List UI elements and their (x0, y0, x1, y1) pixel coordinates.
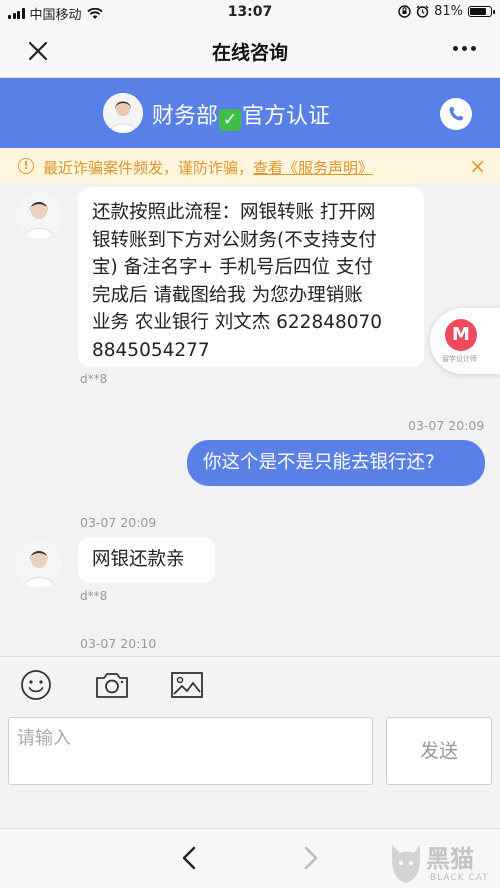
verified-check-icon: ✓ (219, 109, 242, 131)
orientation-lock-icon (398, 5, 411, 18)
fraud-notice-banner: ! 最近诈骗案件频发，谨防诈骗，查看《服务声明》 × (0, 148, 500, 184)
notice-text: 最近诈骗案件频发，谨防诈骗，查看《服务声明》 (43, 157, 373, 178)
department-name: 财务部 ✓ 官方认证 (152, 98, 330, 131)
alarm-icon (416, 5, 429, 18)
message-text: 网银还款亲 (92, 549, 185, 570)
status-bar: 中国移动 13:07 81% (0, 0, 500, 24)
outgoing-message-text: 你这个是不是只能去银行还? (203, 452, 435, 473)
nav-bar: 在线咨询 (0, 24, 500, 78)
app-logo-icon: M (445, 319, 477, 351)
message-timestamp: 03-07 20:09 (80, 515, 157, 530)
notice-close-icon[interactable]: × (469, 154, 486, 178)
sender-name: d**8 (80, 589, 108, 603)
message-bubble[interactable]: 网银还款亲 (78, 537, 215, 583)
battery-percent: 81% (434, 4, 463, 19)
badge-caption: 留学设计师 (442, 355, 477, 363)
department-avatar (103, 93, 143, 133)
more-icon[interactable] (453, 46, 476, 51)
message-line: 还款按照此流程：网银转账 打开网 (92, 202, 376, 223)
department-label: 财务部 (152, 104, 219, 129)
status-right: 81% (398, 4, 495, 19)
message-input[interactable]: 请输入 (8, 717, 373, 785)
notice-message: 最近诈骗案件频发，谨防诈骗， (43, 159, 254, 177)
service-statement-link[interactable]: 查看《服务声明》 (253, 159, 373, 177)
message-line: 银转账到下方对公财务(不支持支付 (92, 229, 377, 251)
department-header: 财务部 ✓ 官方认证 (0, 78, 500, 148)
message-bubble[interactable]: 还款按照此流程：网银转账 打开网 银转账到下方对公财务(不支持支付 宝) 备注名… (78, 187, 424, 367)
warning-icon: ! (18, 158, 34, 174)
phone-icon[interactable] (440, 98, 472, 130)
page-title: 在线咨询 (211, 42, 288, 64)
message-line: 8845054277 (92, 339, 210, 361)
emoji-icon[interactable] (20, 669, 52, 705)
message-timestamp: 03-07 20:09 (408, 418, 485, 433)
message-line: 业务 农业银行 刘文杰 622848070 (92, 312, 383, 333)
forward-icon[interactable] (302, 845, 320, 878)
floating-app-badge[interactable]: M 留学设计师 (430, 308, 500, 374)
agent-avatar[interactable] (16, 193, 62, 239)
sender-name: d**8 (80, 372, 108, 386)
message-line: 完成后 请截图给我 为您办理销账 (92, 284, 363, 306)
black-cat-watermark: 黑猫 BLACK CAT (386, 837, 496, 887)
back-icon[interactable] (180, 845, 198, 878)
image-icon[interactable] (170, 669, 204, 705)
battery-icon (468, 6, 495, 17)
verified-label: 官方认证 (242, 104, 331, 129)
camera-icon[interactable] (94, 669, 130, 705)
watermark-text: 黑猫 (426, 845, 474, 873)
send-button[interactable]: 发送 (386, 717, 492, 785)
browser-bottom-bar: 黑猫 BLACK CAT (0, 828, 500, 888)
outgoing-message-bubble[interactable]: 你这个是不是只能去银行还? (187, 440, 485, 486)
message-line: 宝) 备注名字+ 手机号后四位 支付 (92, 257, 373, 278)
watermark-subtext: BLACK CAT (430, 873, 489, 883)
message-timestamp: 03-07 20:10 (80, 636, 157, 651)
composer: 请输入 发送 (0, 656, 500, 824)
agent-avatar[interactable] (16, 542, 62, 588)
